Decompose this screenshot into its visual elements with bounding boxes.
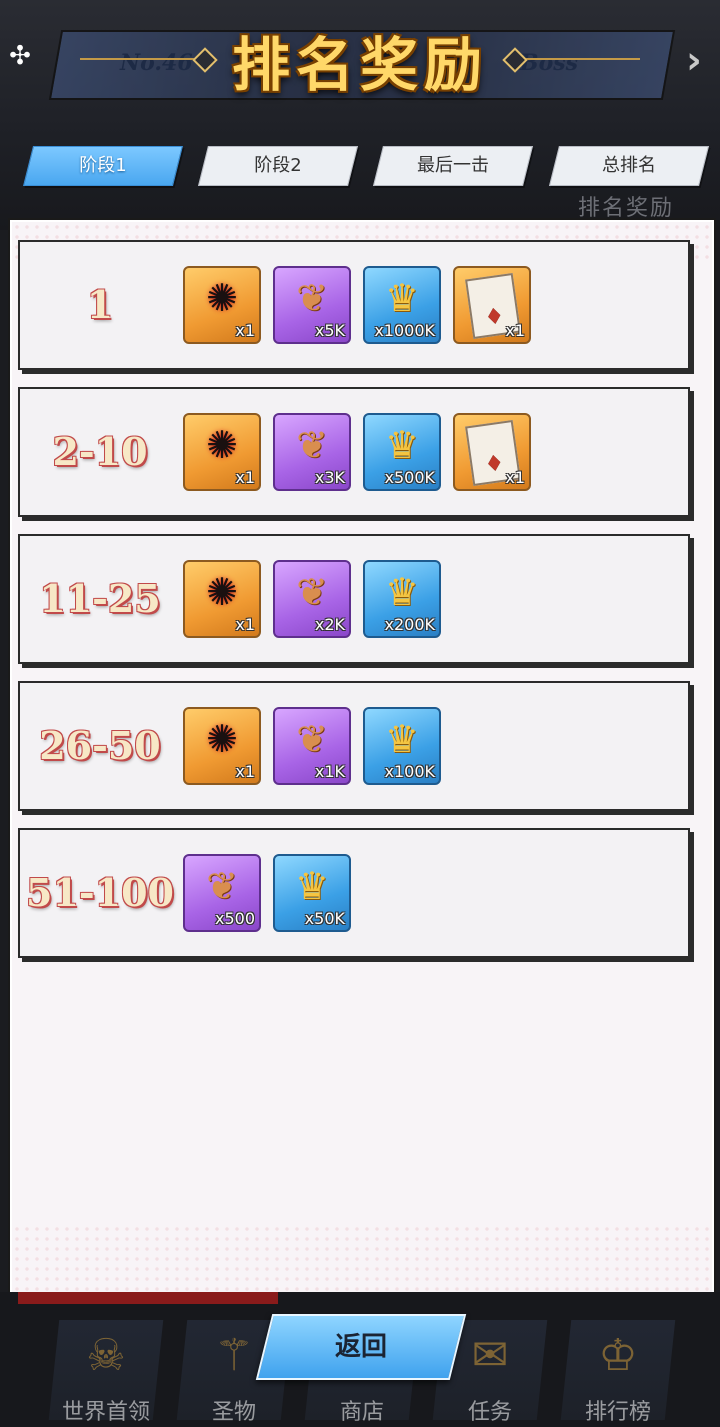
rank-label: 2-10	[52, 429, 148, 474]
item-count: x1	[235, 468, 255, 487]
item-count: x3K	[314, 468, 345, 487]
rewards-panel: 1✺x1❦x5K♛x1000Kx12-10✺x1❦x3K♛x500Kx111-2…	[10, 220, 714, 1296]
reward-item[interactable]: ❦ x1K	[273, 707, 351, 785]
reward-item[interactable]: x1	[453, 413, 531, 491]
item-count: x1	[505, 321, 525, 340]
item-count: x500	[214, 909, 255, 928]
back-button[interactable]: 返回	[255, 1314, 467, 1380]
reward-item[interactable]: ♛ x200K	[363, 560, 441, 638]
rank-label: 51-100	[26, 870, 174, 915]
dark-emblem-icon: ✺	[206, 570, 238, 614]
item-count: x500K	[384, 468, 436, 487]
reward-item[interactable]: ❦ x2K	[273, 560, 351, 638]
reward-item[interactable]: ♛ x500K	[363, 413, 441, 491]
bottom-nav-label: 排行榜	[584, 1400, 651, 1425]
reward-row: 1✺x1❦x5K♛x1000Kx1	[18, 240, 690, 370]
item-count: x1000K	[374, 321, 435, 340]
reward-row: 26-50 ✺ x1 ❦ x1K ♛ x100K	[18, 681, 690, 811]
item-count: x1	[235, 615, 255, 634]
demon-mask-icon: ☠	[86, 1330, 126, 1381]
claw-icon: ❦	[296, 570, 328, 614]
claw-icon: ❦	[296, 423, 328, 467]
reward-row: 2-10✺x1❦x3K♛x500Kx1	[18, 387, 690, 517]
card-icon	[455, 415, 529, 487]
tab-label: 最后一击	[417, 155, 489, 176]
crown-coin-icon: ♛	[384, 717, 420, 761]
crown-coin-icon: ♛	[384, 276, 420, 320]
reward-row: 51-100 ❦ x500 ♛ x50K	[18, 828, 690, 958]
dark-emblem-icon: ✺	[206, 423, 238, 467]
tab-stage-2[interactable]: 阶段2	[198, 146, 358, 186]
claw-icon: ❦	[206, 864, 238, 908]
tab-last-hit[interactable]: 最后一击	[373, 146, 533, 186]
tab-total-rank[interactable]: 总排名	[549, 146, 709, 186]
rank-label: 26-50	[39, 723, 161, 768]
dark-emblem-icon: ✺	[206, 717, 238, 761]
reward-item[interactable]: ♛ x100K	[363, 707, 441, 785]
crown-coin-icon: ♛	[384, 423, 420, 467]
reward-item[interactable]: ✺ x1	[183, 413, 261, 491]
reward-item[interactable]: ❦ x5K	[273, 266, 351, 344]
bottom-nav-label: 圣物	[211, 1400, 256, 1425]
bottom-nav-label: 任务	[467, 1400, 512, 1425]
item-count: x100K	[384, 762, 436, 781]
item-count: x2K	[314, 615, 345, 634]
item-count: x5K	[314, 321, 345, 340]
reward-item[interactable]: ✺ x1	[183, 266, 261, 344]
item-count: x1	[505, 468, 525, 487]
card-icon	[455, 268, 529, 340]
item-count: x1	[235, 321, 255, 340]
tab-label: 总排名	[602, 155, 656, 176]
tab-label: 阶段1	[79, 155, 127, 176]
item-count: x1K	[314, 762, 345, 781]
page-title: 排名奖励	[231, 31, 488, 99]
reward-item[interactable]: x1	[453, 266, 531, 344]
item-count: x1	[235, 762, 255, 781]
background-label: 排名奖励	[578, 196, 675, 221]
crown-coin-icon: ♛	[294, 864, 330, 908]
reward-row: 11-25 ✺ x1 ❦ x2K ♛ x200K	[18, 534, 690, 664]
trophy-icon: ♔	[598, 1330, 638, 1381]
reward-item[interactable]: ❦ x3K	[273, 413, 351, 491]
reward-item[interactable]: ✺ x1	[183, 707, 261, 785]
back-button-label: 返回	[334, 1332, 387, 1362]
item-count: x200K	[384, 615, 436, 634]
bottom-nav-label: 世界首领	[61, 1400, 150, 1425]
reward-item[interactable]: ♛ x50K	[273, 854, 351, 932]
rank-label: 1	[86, 282, 114, 327]
rank-label: 11-25	[39, 576, 161, 621]
crown-coin-icon: ♛	[384, 570, 420, 614]
decorative-strip	[18, 1292, 278, 1304]
item-count: x50K	[304, 909, 345, 928]
claw-icon: ❦	[296, 276, 328, 320]
reward-item[interactable]: ❦ x500	[183, 854, 261, 932]
tab-stage-1[interactable]: 阶段1	[23, 146, 183, 186]
reward-item[interactable]: ✺ x1	[183, 560, 261, 638]
claw-icon: ❦	[296, 717, 328, 761]
panel-pattern	[12, 1224, 712, 1294]
reward-item[interactable]: ♛ x1000K	[363, 266, 441, 344]
bottom-nav-label: 商店	[339, 1400, 384, 1425]
dark-emblem-icon: ✺	[206, 276, 238, 320]
tab-label: 阶段2	[254, 155, 302, 176]
